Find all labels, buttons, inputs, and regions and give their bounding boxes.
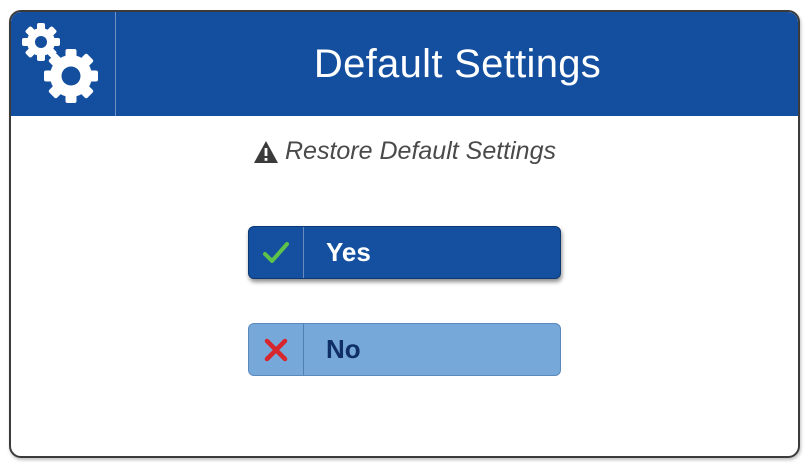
yes-button[interactable]: Yes <box>248 226 561 279</box>
checkmark-icon-cell <box>249 227 304 278</box>
x-mark-icon <box>264 338 288 361</box>
gears-icon-cell <box>11 12 116 116</box>
restore-prompt-text: Restore Default Settings <box>285 136 556 165</box>
restore-prompt: Restore Default Settings <box>11 135 798 167</box>
title-bar: Default Settings <box>11 12 798 116</box>
no-button-label: No <box>326 334 361 364</box>
yes-button-label: Yes <box>326 237 371 267</box>
checkmark-icon <box>263 241 289 263</box>
page-title: Default Settings <box>313 41 602 86</box>
gears-icon <box>22 23 98 103</box>
warning-icon <box>254 141 278 163</box>
settings-dialog: Default Settings Restore Default Setting… <box>9 10 800 458</box>
no-button[interactable]: No <box>248 323 561 376</box>
x-mark-icon-cell <box>249 324 304 375</box>
